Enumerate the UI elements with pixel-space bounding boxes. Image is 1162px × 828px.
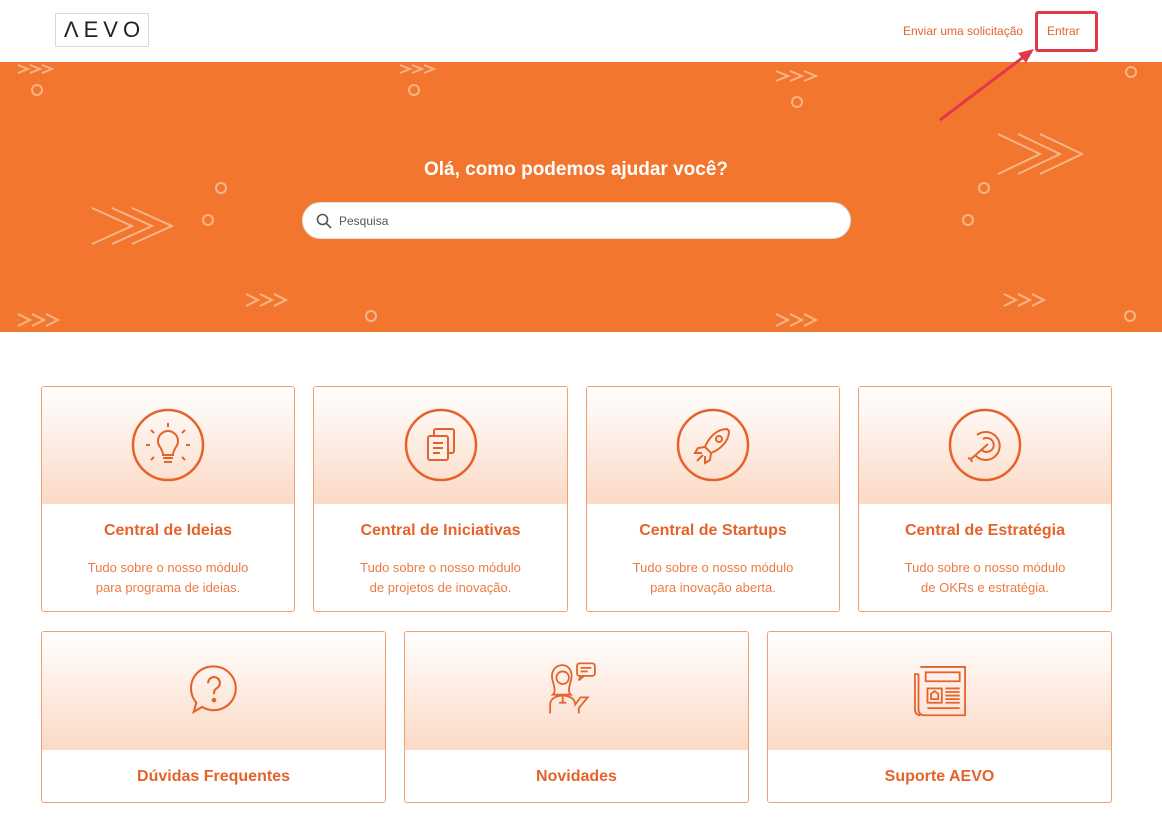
- search-input[interactable]: [339, 213, 819, 228]
- newspaper-icon: [913, 666, 966, 717]
- hero-banner: Olá, como podemos ajudar você?: [0, 62, 1162, 332]
- site-header: ΛEVO Enviar uma solicitação Entrar: [0, 0, 1162, 62]
- documents-icon: [404, 408, 477, 482]
- card-central-de-ideias[interactable]: Central de Ideias Tudo sobre o nosso mód…: [41, 386, 295, 612]
- card-central-de-startups[interactable]: Central de Startups Tudo sobre o nosso m…: [586, 386, 840, 612]
- rocket-icon: [676, 408, 750, 482]
- target-dart-icon: [948, 408, 1022, 482]
- card-title: Central de Startups: [639, 522, 787, 539]
- card-description: Tudo sobre o nosso módulo de OKRs e estr…: [904, 560, 1066, 595]
- card-central-de-iniciativas[interactable]: Central de Iniciativas Tudo sobre o noss…: [313, 386, 568, 612]
- card-title: Central de Ideias: [103, 522, 233, 539]
- login-link[interactable]: Entrar: [1047, 24, 1080, 38]
- card-title: Central de Estratégia: [904, 522, 1066, 539]
- card-title: Suporte AEVO: [884, 768, 995, 785]
- card-title: Dúvidas Frequentes: [137, 768, 290, 785]
- submit-request-link[interactable]: Enviar uma solicitação: [903, 24, 1023, 38]
- search-icon: [316, 213, 332, 229]
- search-bar[interactable]: [302, 202, 851, 239]
- circles-decoration: [31, 66, 1137, 322]
- hero-decoration: [17, 64, 1137, 327]
- card-title: Central de Iniciativas: [360, 522, 521, 539]
- card-duvidas-frequentes[interactable]: Dúvidas Frequentes: [41, 631, 386, 803]
- presenter-chat-icon: [548, 662, 596, 714]
- aevo-logo[interactable]: ΛEVO: [55, 13, 149, 47]
- hero-title: Olá, como podemos ajudar você?: [423, 159, 729, 180]
- question-bubble-icon: [189, 665, 237, 715]
- card-description: Tudo sobre o nosso módulo para programa …: [87, 560, 249, 595]
- card-title: Novidades: [536, 768, 617, 785]
- card-suporte-aevo[interactable]: Suporte AEVO: [767, 631, 1112, 803]
- card-novidades[interactable]: Novidades: [404, 631, 749, 803]
- chevrons-decoration: [17, 64, 1085, 327]
- card-description: Tudo sobre o nosso módulo de projetos de…: [360, 560, 521, 595]
- card-central-de-estrategia[interactable]: Central de Estratégia Tudo sobre o nosso…: [858, 386, 1112, 612]
- card-description: Tudo sobre o nosso módulo para inovação …: [632, 560, 794, 595]
- lightbulb-icon: [131, 408, 205, 482]
